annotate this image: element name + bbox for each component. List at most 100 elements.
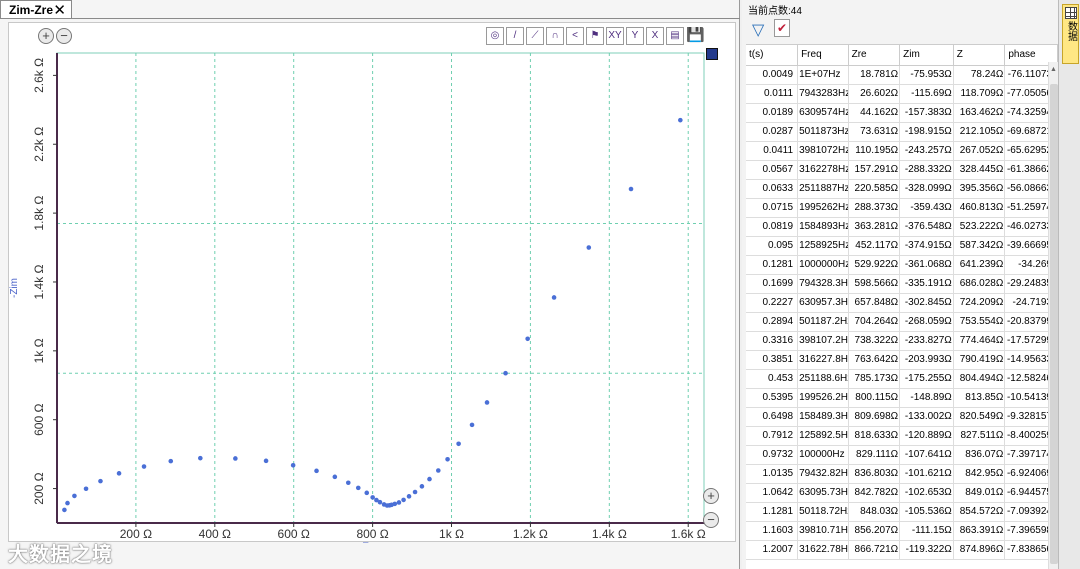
table-row[interactable]: 0.7912 125892.5Hz 818.633Ω -120.889Ω 827.511…: [746, 426, 1058, 446]
plot-frame[interactable]: 200 Ω 400 Ω 600 Ω 800 Ω 1k Ω 1.2k Ω 1.4k Ω 1.6k…: [8, 22, 737, 543]
fit-xy-icon[interactable]: XY: [606, 27, 624, 45]
column-header[interactable]: t(s): [746, 45, 799, 66]
table-cell: 0.0049: [746, 65, 799, 85]
nyquist-plot[interactable]: 200 Ω 400 Ω 600 Ω 800 Ω 1k Ω 1.2k Ω 1.4k Ω 1.6k…: [9, 23, 737, 543]
table-cell: 3981072Hz: [797, 141, 849, 161]
table-row[interactable]: 0.0819 1584893Hz 363.281Ω -376.548Ω 523.222Ω…: [746, 217, 1058, 237]
table-cell: 0.0633: [746, 179, 799, 199]
table-cell: 790.419Ω: [953, 350, 1006, 370]
table-row[interactable]: 0.0715 1995262Hz 288.373Ω -359.43Ω 460.813Ω -…: [746, 198, 1058, 218]
table-cell: 163.462Ω: [953, 103, 1006, 123]
column-header[interactable]: Z: [953, 45, 1006, 66]
table-cell: -361.068Ω: [899, 255, 954, 275]
export-image-icon[interactable]: ▤: [666, 27, 684, 45]
table-row[interactable]: 0.6498 158489.3Hz 809.698Ω -133.002Ω 820.549…: [746, 407, 1058, 427]
table-row[interactable]: 0.0411 3981072Hz 110.195Ω -243.257Ω 267.052Ω…: [746, 141, 1058, 161]
curve-icon[interactable]: ⟋: [526, 27, 544, 45]
table-row[interactable]: 0.2894 501187.2Hz 704.264Ω -268.059Ω 753.554…: [746, 312, 1058, 332]
table-cell: 785.173Ω: [848, 369, 901, 389]
select-icon[interactable]: ◎: [486, 27, 504, 45]
data-point: [332, 474, 338, 480]
table-row[interactable]: 0.0111 7943283Hz 26.602Ω -115.69Ω 118.709Ω -7…: [746, 84, 1058, 104]
table-cell: 1.2007: [746, 540, 799, 560]
side-rail: 数据: [1058, 0, 1080, 569]
table-cell: 842.782Ω: [848, 483, 901, 503]
table-row[interactable]: 1.0642 63095.73Hz 842.782Ω -102.653Ω 849.01Ω…: [746, 483, 1058, 503]
table-row[interactable]: 0.0633 2511887Hz 220.585Ω -328.099Ω 395.356Ω…: [746, 179, 1058, 199]
table-row[interactable]: 0.0287 5011873Hz 73.631Ω -198.915Ω 212.105Ω -…: [746, 122, 1058, 142]
table-cell: 39810.71Hz: [797, 521, 849, 541]
tab-zim-zre[interactable]: Zim-Zre ✕: [0, 0, 72, 19]
table-cell: -203.993Ω: [899, 350, 954, 370]
scrollbar-thumb[interactable]: [1050, 84, 1058, 564]
column-header[interactable]: Zim: [899, 45, 954, 66]
flag-icon[interactable]: ⚑: [586, 27, 604, 45]
column-header[interactable]: Freq: [797, 45, 849, 66]
data-point: [406, 494, 412, 499]
chart-toolbar: ◎ / ⟋ ∩ < ⚑ XY Y X ▤ 💾: [486, 27, 704, 47]
data-point: [551, 295, 557, 300]
series-legend-marker[interactable]: [706, 48, 718, 60]
table-row[interactable]: 0.3851 316227.8Hz 763.642Ω -203.993Ω 790.419…: [746, 350, 1058, 370]
table-cell: 523.222Ω: [953, 217, 1006, 237]
filter-icon[interactable]: ▽: [752, 20, 764, 40]
arc-icon[interactable]: ∩: [546, 27, 564, 45]
table-row[interactable]: 0.453 251188.6Hz 785.173Ω -175.255Ω 804.494Ω…: [746, 369, 1058, 389]
data-point: [116, 471, 122, 476]
point-count-label: 当前点数:44: [748, 6, 802, 17]
zoom-in-icon[interactable]: +: [38, 28, 54, 44]
checklist-icon[interactable]: ✔: [774, 19, 790, 37]
x-tick-label: 600 Ω: [278, 527, 310, 541]
data-table-container[interactable]: t(s) Freq Zre Zim Zphase 0.0049 1E+07Hz 18.781…: [746, 44, 1058, 569]
line-icon[interactable]: /: [506, 27, 524, 45]
table-scrollbar[interactable]: ▲: [1048, 62, 1058, 569]
save-icon[interactable]: 💾: [686, 27, 704, 45]
table-row[interactable]: 0.2227 630957.3Hz 657.848Ω -302.845Ω 724.209…: [746, 293, 1058, 313]
table-cell: -157.383Ω: [899, 103, 954, 123]
table-cell: 800.115Ω: [848, 388, 901, 408]
close-icon[interactable]: ✕: [53, 1, 66, 19]
table-cell: 863.391Ω: [953, 521, 1006, 541]
table-cell: 724.209Ω: [953, 293, 1006, 313]
data-point: [65, 500, 70, 506]
table-row[interactable]: 0.1281 1000000Hz 529.922Ω -361.068Ω 641.239Ω…: [746, 255, 1058, 275]
table-row[interactable]: 0.0189 6309574Hz 44.162Ω -157.383Ω 163.462Ω -…: [746, 103, 1058, 123]
table-row[interactable]: 1.1603 39810.71Hz 856.207Ω -111.15Ω 863.391Ω…: [746, 521, 1058, 541]
table-body: 0.0049 1E+07Hz 18.781Ω -75.953Ω 78.24Ω -76.11…: [746, 65, 1058, 560]
table-row[interactable]: 1.1281 50118.72Hz 848.03Ω -105.536Ω 854.572Ω…: [746, 502, 1058, 522]
table-cell: 1.0642: [746, 483, 799, 503]
data-point: [419, 484, 425, 489]
table-cell: -101.621Ω: [899, 464, 954, 484]
table-row[interactable]: 0.095 1258925Hz 452.117Ω -374.915Ω 587.342Ω -…: [746, 236, 1058, 256]
fit-x-icon[interactable]: X: [646, 27, 664, 45]
table-cell: 866.721Ω: [848, 540, 901, 560]
fit-y-icon[interactable]: Y: [626, 27, 644, 45]
data-point: [314, 468, 319, 474]
table-cell: 0.7912: [746, 426, 799, 446]
table-row[interactable]: 0.0567 3162278Hz 157.291Ω -288.332Ω 328.445Ω…: [746, 160, 1058, 180]
table-row[interactable]: 0.0049 1E+07Hz 18.781Ω -75.953Ω 78.24Ω -76.11…: [746, 65, 1058, 85]
table-cell: 1.1603: [746, 521, 799, 541]
zoom-in-icon[interactable]: +: [703, 488, 719, 504]
table-cell: -198.915Ω: [899, 122, 954, 142]
zoom-out-icon[interactable]: −: [703, 512, 719, 528]
table-row[interactable]: 0.9732 100000Hz 829.111Ω -107.641Ω 836.07Ω -7…: [746, 445, 1058, 465]
x-axis-label: Zre: [362, 541, 379, 543]
table-row[interactable]: 0.3316 398107.2Hz 738.322Ω -233.827Ω 774.464…: [746, 331, 1058, 351]
compare-icon[interactable]: <: [566, 27, 584, 45]
table-cell: 328.445Ω: [953, 160, 1006, 180]
table-row[interactable]: 0.1699 794328.3Hz 598.566Ω -335.191Ω 686.028…: [746, 274, 1058, 294]
data-panel-toggle-button[interactable]: 数据: [1062, 4, 1079, 64]
table-row[interactable]: 1.2007 31622.78Hz 866.721Ω -119.322Ω 874.896…: [746, 540, 1058, 560]
table-cell: 794328.3Hz: [797, 274, 849, 294]
y-tick-label: 200 Ω: [32, 472, 46, 504]
table-row[interactable]: 0.5395 199526.2Hz 800.115Ω -148.89Ω 813.85Ω -…: [746, 388, 1058, 408]
column-header[interactable]: Zre: [848, 45, 901, 66]
table-cell: 7943283Hz: [797, 84, 849, 104]
table-cell: 73.631Ω: [848, 122, 901, 142]
x-tick-label: 1k Ω: [439, 527, 464, 541]
table-cell: 1584893Hz: [797, 217, 849, 237]
scroll-up-icon[interactable]: ▲: [1050, 66, 1057, 73]
table-row[interactable]: 1.0135 79432.82Hz 836.803Ω -101.621Ω 842.95Ω…: [746, 464, 1058, 484]
zoom-out-icon[interactable]: −: [56, 28, 72, 44]
